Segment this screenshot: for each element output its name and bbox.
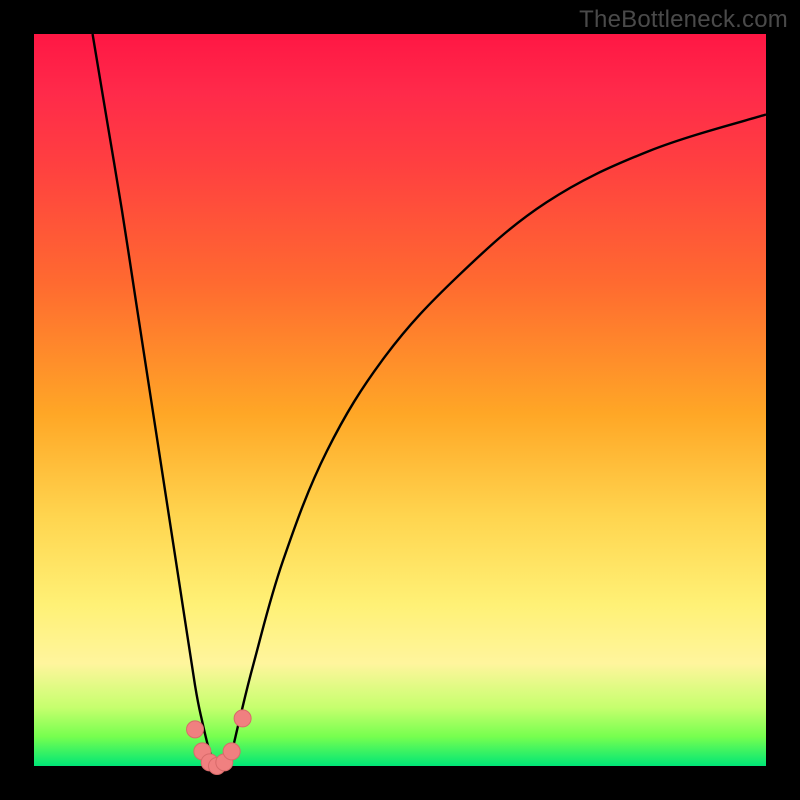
bottleneck-curve (93, 34, 766, 768)
valley-markers (187, 710, 252, 775)
plot-area (34, 34, 766, 766)
valley-marker (234, 710, 251, 727)
valley-marker (223, 743, 240, 760)
watermark-text: TheBottleneck.com (579, 6, 788, 34)
valley-marker (187, 721, 204, 738)
chart-frame: TheBottleneck.com (0, 0, 800, 800)
curve-layer (34, 34, 766, 766)
